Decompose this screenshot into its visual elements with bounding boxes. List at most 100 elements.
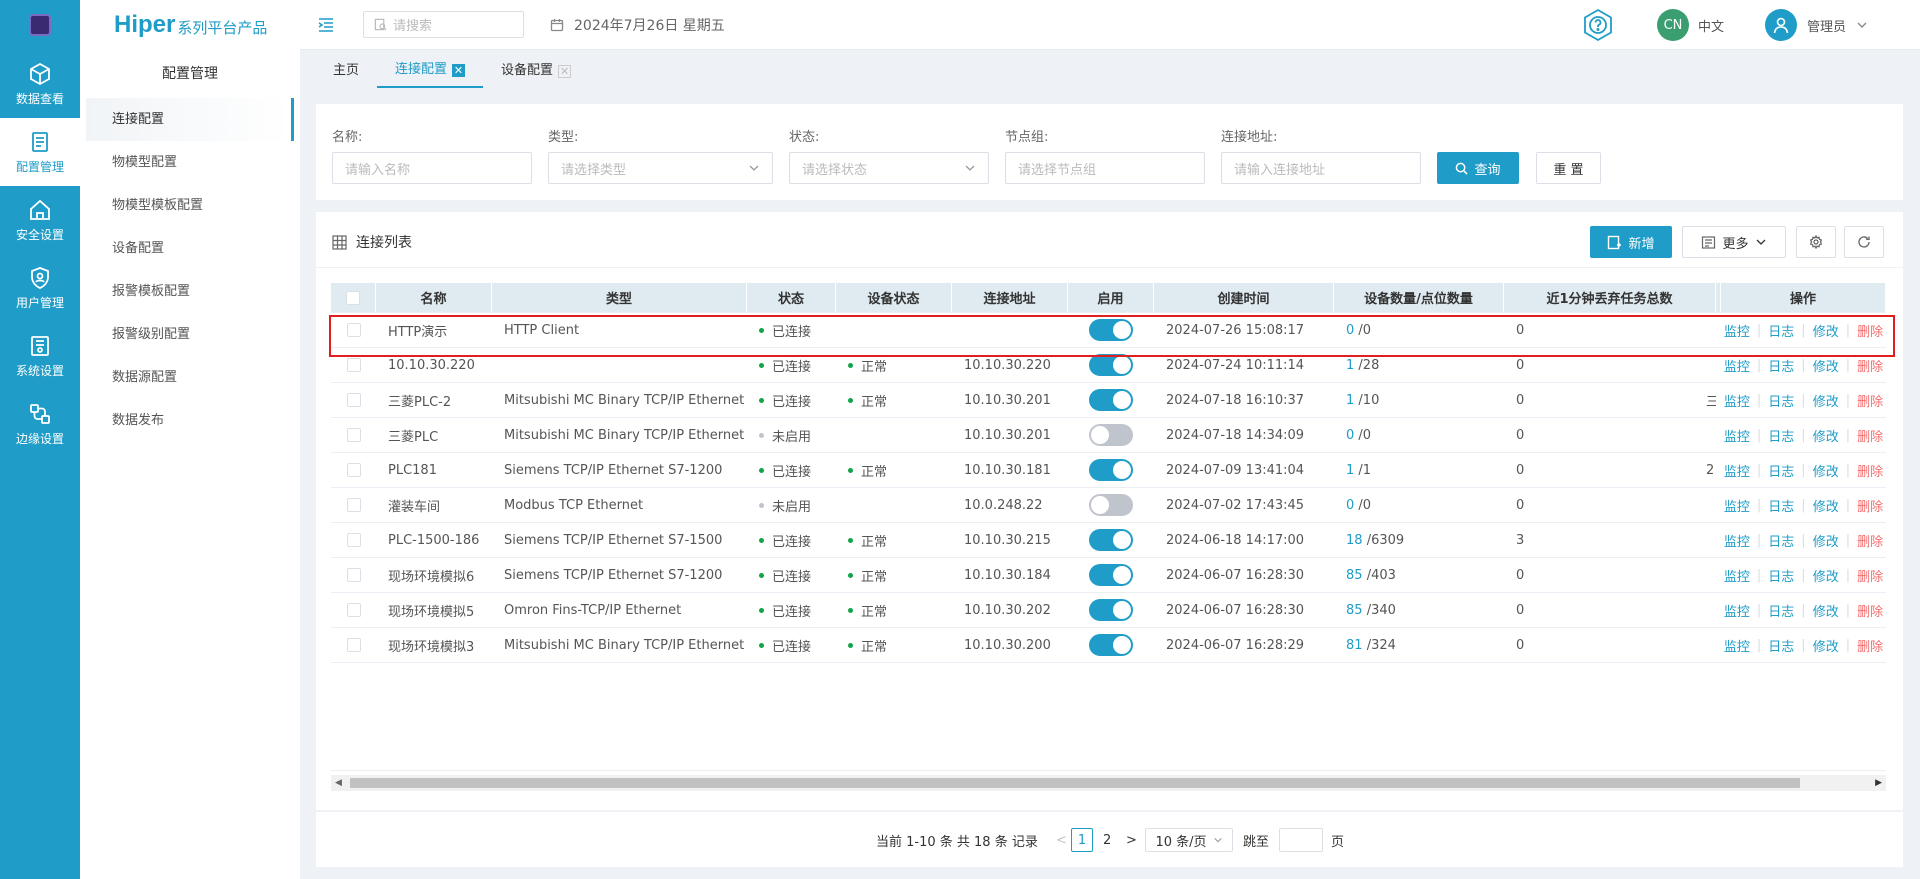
sub-menu-item-model-template[interactable]: 物模型模板配置 [80, 184, 300, 227]
device-count-link[interactable]: 81 [1346, 638, 1363, 653]
device-count-link[interactable]: 0 [1346, 498, 1354, 513]
table-row[interactable]: 三菱PLC Mitsubishi MC Binary TCP/IP Etherne… [331, 418, 1886, 453]
language-switch[interactable]: CN 中文 [1657, 0, 1724, 50]
device-count-link[interactable]: 1 [1346, 358, 1354, 373]
row-select[interactable] [331, 558, 376, 592]
help-icon[interactable] [1580, 0, 1616, 50]
edit-link[interactable]: 修改 [1813, 496, 1839, 515]
log-link[interactable]: 日志 [1768, 426, 1794, 445]
enable-toggle[interactable] [1089, 634, 1133, 656]
delete-link[interactable]: 删除 [1857, 356, 1883, 375]
delete-link[interactable]: 删除 [1857, 601, 1883, 620]
table-row[interactable]: HTTP演示 HTTP Client 已连接 2024-07-26 15:08:17 0… [331, 313, 1886, 348]
table-row[interactable]: 三菱PLC-2 Mitsubishi MC Binary TCP/IP Ether… [331, 383, 1886, 418]
device-count-link[interactable]: 85 [1346, 603, 1363, 618]
delete-link[interactable]: 删除 [1857, 426, 1883, 445]
scroll-left-icon[interactable]: ◀ [335, 778, 342, 788]
sub-menu-item-datasource[interactable]: 数据源配置 [80, 356, 300, 399]
more-button[interactable]: 更多 [1682, 226, 1786, 258]
monitor-link[interactable]: 监控 [1724, 636, 1750, 655]
edit-link[interactable]: 修改 [1813, 356, 1839, 375]
select-all-checkbox[interactable] [346, 290, 360, 305]
name-input[interactable]: 请输入名称 [332, 152, 532, 184]
monitor-link[interactable]: 监控 [1724, 531, 1750, 550]
edit-link[interactable]: 修改 [1813, 321, 1839, 340]
enable-toggle[interactable] [1089, 319, 1133, 341]
edit-link[interactable]: 修改 [1813, 391, 1839, 410]
sub-menu-item-device[interactable]: 设备配置 [80, 227, 300, 270]
column-settings-button[interactable] [1796, 226, 1836, 258]
delete-link[interactable]: 删除 [1857, 496, 1883, 515]
nav-item-config[interactable]: 配置管理 [0, 118, 80, 186]
monitor-link[interactable]: 监控 [1724, 461, 1750, 480]
enable-toggle[interactable] [1089, 354, 1133, 376]
row-checkbox[interactable] [346, 428, 361, 442]
log-link[interactable]: 日志 [1768, 356, 1794, 375]
row-checkbox[interactable] [346, 568, 361, 582]
log-link[interactable]: 日志 [1768, 531, 1794, 550]
edit-link[interactable]: 修改 [1813, 636, 1839, 655]
monitor-link[interactable]: 监控 [1724, 391, 1750, 410]
monitor-link[interactable]: 监控 [1724, 496, 1750, 515]
sub-menu-item-connection[interactable]: 连接配置 [86, 98, 294, 141]
enable-toggle[interactable] [1089, 459, 1133, 481]
page-size-select[interactable]: 10 条/页 [1145, 828, 1233, 852]
log-link[interactable]: 日志 [1768, 601, 1794, 620]
row-checkbox[interactable] [346, 498, 361, 512]
device-count-link[interactable]: 1 [1346, 463, 1354, 478]
row-select[interactable] [331, 593, 376, 627]
table-row[interactable]: 灌装车间 Modbus TCP Ethernet 未启用 10.0.248.22 202… [331, 488, 1886, 523]
tab-connection-config[interactable]: 连接配置 ✕ [377, 54, 484, 88]
address-input[interactable]: 请输入连接地址 [1221, 152, 1421, 184]
enable-toggle[interactable] [1089, 599, 1133, 621]
delete-link[interactable]: 删除 [1857, 531, 1883, 550]
enable-toggle[interactable] [1089, 389, 1133, 411]
row-select[interactable] [331, 383, 376, 417]
tab-device-config[interactable]: 设备配置 ✕ [483, 54, 589, 88]
edit-link[interactable]: 修改 [1813, 531, 1839, 550]
log-link[interactable]: 日志 [1768, 391, 1794, 410]
sub-menu-item-publish[interactable]: 数据发布 [80, 399, 300, 442]
device-count-link[interactable]: 1 [1346, 393, 1354, 408]
scroll-right-icon[interactable]: ▶ [1875, 778, 1882, 788]
row-checkbox[interactable] [346, 533, 361, 547]
row-select[interactable] [331, 453, 376, 487]
log-link[interactable]: 日志 [1768, 636, 1794, 655]
enable-toggle[interactable] [1089, 424, 1133, 446]
tab-home[interactable]: 主页 [315, 54, 377, 88]
row-checkbox[interactable] [346, 603, 361, 617]
prev-page-button[interactable]: < [1056, 828, 1067, 852]
search-input[interactable]: 请搜索 [363, 11, 524, 38]
row-checkbox[interactable] [346, 323, 361, 337]
scrollbar-thumb[interactable] [350, 778, 1800, 788]
header-select-all[interactable] [331, 283, 376, 312]
delete-link[interactable]: 删除 [1857, 636, 1883, 655]
edit-link[interactable]: 修改 [1813, 601, 1839, 620]
nav-item-edge[interactable]: 边缘设置 [0, 390, 80, 458]
sub-menu-item-alarm-template[interactable]: 报警模板配置 [80, 270, 300, 313]
table-row[interactable]: 10.10.30.220 已连接 正常 10.10.30.220 2024-07-24 … [331, 348, 1886, 383]
reset-button[interactable]: 重 置 [1536, 152, 1601, 184]
delete-link[interactable]: 删除 [1857, 566, 1883, 585]
enable-toggle[interactable] [1089, 494, 1133, 516]
table-row[interactable]: PLC181 Siemens TCP/IP Ethernet S7-1200 已连接… [331, 453, 1886, 488]
row-select[interactable] [331, 523, 376, 557]
row-checkbox[interactable] [346, 393, 361, 407]
nav-item-users[interactable]: 用户管理 [0, 254, 80, 322]
group-select[interactable]: 请选择节点组 [1005, 152, 1205, 184]
enable-toggle[interactable] [1089, 529, 1133, 551]
device-count-link[interactable]: 0 [1346, 428, 1354, 443]
row-select[interactable] [331, 348, 376, 382]
status-select[interactable]: 请选择状态 [789, 152, 989, 184]
tab-close-icon[interactable]: ✕ [558, 64, 572, 78]
log-link[interactable]: 日志 [1768, 321, 1794, 340]
nav-item-system[interactable]: 系统设置 [0, 322, 80, 390]
jump-page-input[interactable] [1279, 828, 1323, 852]
next-page-button[interactable]: > [1126, 828, 1137, 852]
edit-link[interactable]: 修改 [1813, 426, 1839, 445]
row-checkbox[interactable] [346, 358, 361, 372]
enable-toggle[interactable] [1089, 564, 1133, 586]
log-link[interactable]: 日志 [1768, 566, 1794, 585]
monitor-link[interactable]: 监控 [1724, 321, 1750, 340]
nav-item-data-view[interactable]: 数据查看 [0, 50, 80, 118]
